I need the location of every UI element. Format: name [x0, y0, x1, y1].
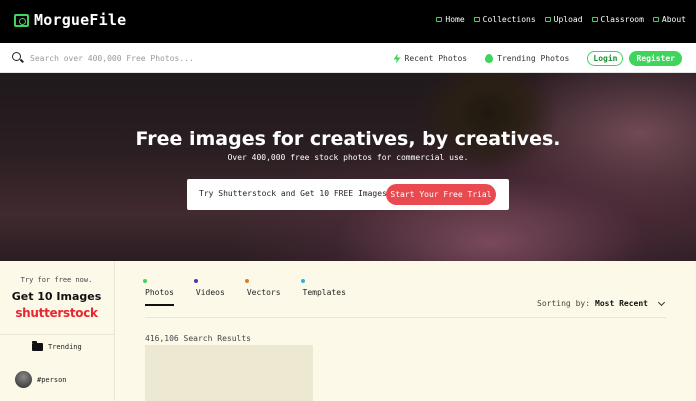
sidebar-trending-label: Trending — [48, 343, 82, 351]
avatar — [15, 371, 32, 388]
shutterstock-promo-box: Try Shutterstock and Get 10 FREE Images … — [187, 179, 509, 210]
search-bar-actions: Recent Photos Trending Photos Login Regi… — [393, 51, 682, 66]
nav-about[interactable]: About — [652, 15, 686, 24]
free-trial-button[interactable]: Start Your Free Trial — [386, 184, 496, 205]
trending-photos-label: Trending Photos — [497, 54, 570, 63]
tab-videos[interactable]: Videos — [193, 279, 225, 306]
nav-camera-icon — [544, 17, 551, 22]
top-navbar: MorgueFile Home Collections Upload Class… — [0, 0, 696, 43]
left-sidebar: Try for free now. Get 10 Images shutters… — [0, 261, 115, 401]
recent-photos-label: Recent Photos — [404, 54, 468, 63]
nav-camera-icon — [473, 17, 480, 22]
search-input[interactable] — [30, 50, 390, 66]
sidebar-promo-big[interactable]: Get 10 Images — [0, 290, 113, 303]
nav-camera-icon — [591, 17, 598, 22]
tab-photos[interactable]: Photos — [143, 279, 174, 306]
camera-icon — [14, 13, 29, 27]
nav-classroom-label: Classroom — [600, 15, 644, 24]
nav-about-label: About — [661, 15, 686, 24]
tabs-divider — [145, 317, 666, 318]
shutterstock-logo[interactable]: shutterstock — [0, 306, 113, 320]
tab-videos-label: Videos — [195, 288, 225, 297]
sidebar-divider — [0, 334, 114, 335]
sort-label: Sorting by: — [537, 299, 591, 308]
nav-camera-icon — [436, 17, 443, 22]
results-count: 416,106 Search Results — [145, 334, 251, 343]
sidebar-item-trending[interactable]: Trending — [32, 341, 82, 351]
chevron-down-icon — [657, 298, 666, 306]
tab-dot-icon — [143, 279, 147, 283]
nav-home[interactable]: Home — [436, 15, 465, 24]
register-button[interactable]: Register — [629, 51, 682, 66]
flame-icon — [485, 54, 494, 63]
sidebar-tag-label: #person — [37, 375, 67, 384]
media-tabs: Photos Videos Vectors Templates — [143, 279, 346, 306]
search-icon[interactable] — [12, 52, 21, 61]
login-button[interactable]: Login — [587, 51, 624, 66]
tab-vectors-label: Vectors — [246, 288, 281, 297]
nav-collections-label: Collections — [482, 15, 536, 24]
nav-home-label: Home — [445, 15, 465, 24]
sidebar-promo-small: Try for free now. — [20, 276, 93, 284]
sort-value: Most Recent — [595, 299, 648, 308]
photo-thumbnail[interactable] — [145, 345, 313, 401]
logo[interactable]: MorgueFile — [14, 11, 126, 29]
logo-text: MorgueFile — [34, 11, 127, 29]
sort-dropdown[interactable]: Sorting by: Most Recent — [537, 298, 666, 308]
tab-dot-icon — [300, 279, 305, 283]
sidebar-item-person-tag[interactable]: #person — [15, 371, 67, 388]
recent-photos-link[interactable]: Recent Photos — [393, 53, 468, 64]
nav-upload-label: Upload — [553, 15, 583, 24]
bolt-icon — [393, 53, 401, 64]
folder-icon — [32, 341, 43, 351]
search-bar: Recent Photos Trending Photos Login Regi… — [0, 43, 696, 73]
main-nav: Home Collections Upload Classroom About — [436, 15, 686, 24]
hero-banner: Free images for creatives, by creatives.… — [0, 73, 696, 261]
tab-dot-icon — [244, 279, 249, 283]
hero-subtitle: Over 400,000 free stock photos for comme… — [227, 153, 469, 162]
tab-photos-label: Photos — [145, 288, 174, 297]
nav-classroom[interactable]: Classroom — [591, 15, 644, 24]
tab-templates[interactable]: Templates — [300, 279, 346, 306]
tab-dot-icon — [193, 279, 198, 283]
nav-collections[interactable]: Collections — [473, 15, 536, 24]
nav-upload[interactable]: Upload — [544, 15, 583, 24]
promo-text: Try Shutterstock and Get 10 FREE Images — [199, 189, 387, 198]
tab-vectors[interactable]: Vectors — [244, 279, 281, 306]
nav-camera-icon — [652, 17, 659, 22]
tab-templates-label: Templates — [302, 288, 346, 297]
hero-title: Free images for creatives, by creatives. — [135, 128, 561, 150]
trending-photos-link[interactable]: Trending Photos — [485, 54, 569, 63]
